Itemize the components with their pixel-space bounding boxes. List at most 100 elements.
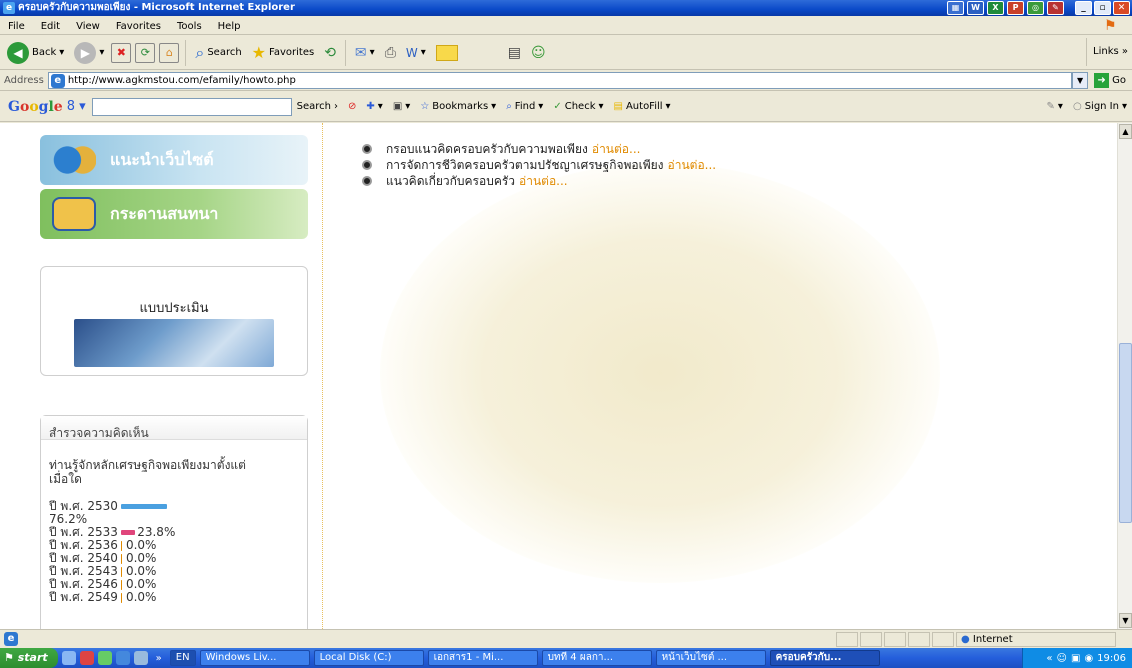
bullet-icon [362, 160, 372, 170]
signin-button[interactable]: ○ Sign In ▾ [1068, 101, 1132, 112]
taskbar-button[interactable]: หน้าเว็บไซต์ ... [655, 650, 766, 666]
scroll-thumb[interactable] [1119, 343, 1132, 523]
go-label: Go [1112, 75, 1126, 86]
links-button[interactable]: Links » [1086, 38, 1132, 66]
history-icon: ⟲ [324, 44, 336, 61]
minimize-button[interactable]: _ [1075, 1, 1092, 15]
google-search-input[interactable] [91, 97, 292, 116]
title-bar[interactable]: e ครอบครัวกับความพอเพียง - Microsoft Int… [0, 0, 1132, 16]
folder-icon [435, 44, 458, 61]
nav-webboard[interactable]: กระดานสนทนา [40, 189, 308, 239]
article-title: แนวคิดเกี่ยวกับครอบครัว อ่านต่อ... [386, 173, 568, 189]
menu-bar: File Edit View Favorites Tools Help [0, 16, 1132, 35]
menu-edit[interactable]: Edit [33, 21, 68, 32]
go-button[interactable]: ➜ Go [1088, 73, 1132, 88]
powerpoint-icon[interactable]: P [1007, 1, 1024, 15]
app-icon-2[interactable]: ◎ [1027, 1, 1044, 15]
folder-button[interactable] [433, 39, 461, 67]
task-buttons: Windows Liv... Local Disk (C:) เอกสาร1 - M… [196, 650, 880, 666]
stop-icon[interactable]: ✖ [111, 42, 132, 63]
google-blocker-button[interactable]: ▣ ▾ [388, 101, 415, 112]
word-icon[interactable]: W [967, 1, 984, 15]
excel-icon[interactable]: X [987, 1, 1004, 15]
refresh-icon[interactable]: ⟳ [135, 42, 156, 63]
quicklaunch-icon[interactable] [61, 651, 76, 665]
tray-icon[interactable]: ◉ [1084, 653, 1093, 664]
google-plus-button[interactable]: ✚ ▾ [361, 101, 387, 112]
read-more-link[interactable]: อ่านต่อ... [519, 174, 568, 188]
quicklaunch-icon[interactable] [79, 651, 94, 665]
taskbar-button[interactable]: Windows Liv... [199, 650, 310, 666]
google-search-button[interactable]: Search › [292, 101, 343, 112]
taskbar-button[interactable]: เอกสาร1 - Mi... [427, 650, 538, 666]
status-bar: e ● Internet [0, 629, 1132, 648]
close-button[interactable]: ✕ [1113, 1, 1130, 15]
nav-website-intro[interactable]: แนะนำเว็บไซต์ [40, 135, 308, 185]
address-url: http://www.agkmstou.com/efamily/howto.ph… [67, 75, 296, 86]
menu-help[interactable]: Help [210, 21, 249, 32]
quicklaunch-icon[interactable] [115, 651, 130, 665]
google-8-menu[interactable]: 8 ▾ [67, 99, 86, 114]
article-item: การจัดการชีวิตครอบครัวตามปรัชญาเศรษฐกิจพ… [362, 157, 716, 173]
poll-bar [120, 553, 122, 564]
go-arrow-icon: ➜ [1094, 73, 1110, 88]
favorites-button[interactable]: ★ Favorites [249, 39, 318, 67]
history-button[interactable]: ⟲ [321, 39, 339, 67]
links-label: Links [1093, 46, 1119, 57]
print-button[interactable]: ⎙ [382, 39, 399, 67]
mail-button[interactable]: ✉ ▾ [352, 39, 378, 67]
taskbar-button[interactable]: บทที่ 4 ผลกา... [541, 650, 652, 666]
edit-button[interactable]: W ▾ [403, 39, 429, 67]
scroll-up-button[interactable]: ▲ [1119, 124, 1132, 139]
scroll-down-button[interactable]: ▼ [1119, 613, 1132, 628]
read-more-link[interactable]: อ่านต่อ... [592, 142, 641, 156]
standard-toolbar: ◀ Back ▾ ▶ ▾ ✖ ⟳ ⌂ ⌕ Search ★ Favorites … [0, 36, 1132, 70]
settings-button[interactable]: ✎ ▾ [1042, 101, 1068, 112]
google-logo[interactable]: Google [0, 99, 67, 115]
language-indicator[interactable]: EN [169, 650, 196, 666]
chevron-down-icon: ▾ [369, 47, 375, 58]
status-cell [884, 632, 906, 647]
vertical-scrollbar[interactable]: ▲ ▼ [1117, 123, 1132, 629]
separator [344, 39, 346, 66]
bookmarks-button[interactable]: ☆ Bookmarks ▾ [415, 101, 501, 112]
app-icon-1[interactable]: ▦ [947, 1, 964, 15]
quicklaunch-icon[interactable] [97, 651, 112, 665]
poll-option-label: ปี พ.ศ. 2549 [49, 590, 118, 604]
chevron-left-icon[interactable]: « [1046, 653, 1052, 664]
left-column: แนะนำเว็บไซต์ กระดานสนทนา แบบประเมิน สำร… [0, 123, 323, 629]
app-icon-3[interactable]: ✎ [1047, 1, 1064, 15]
evaluation-panel[interactable]: แบบประเมิน [40, 266, 308, 376]
search-button[interactable]: ⌕ Search [192, 39, 244, 67]
address-input[interactable]: e http://www.agkmstou.com/efamily/howto.… [47, 72, 1073, 89]
signin-icon: ○ [1072, 101, 1082, 112]
menu-view[interactable]: View [68, 21, 108, 32]
poll-option-label: ปี พ.ศ. 2536 [49, 538, 118, 552]
read-more-link[interactable]: อ่านต่อ... [668, 158, 717, 172]
maximize-button[interactable]: ▫ [1094, 1, 1111, 15]
autofill-button[interactable]: ▤ AutoFill ▾ [609, 101, 676, 112]
menu-favorites[interactable]: Favorites [108, 21, 169, 32]
taskbar-button[interactable]: Local Disk (C:) [313, 650, 424, 666]
address-dropdown-button[interactable]: ▼ [1072, 72, 1089, 89]
check-button[interactable]: ✓ Check ▾ [548, 101, 608, 112]
messenger-button[interactable]: ☺ [528, 39, 549, 67]
research-icon: ▤ [507, 44, 522, 61]
clock[interactable]: 19:06 [1097, 653, 1126, 664]
taskbar-button[interactable]: ครอบครัวกับ... [769, 650, 880, 666]
tray-icon[interactable]: ☺ [1057, 653, 1067, 664]
menu-tools[interactable]: Tools [169, 21, 210, 32]
tray-icon[interactable]: ▣ [1071, 653, 1080, 664]
find-button[interactable]: ⌕ Find ▾ [501, 101, 548, 112]
back-label: Back [32, 47, 57, 58]
chevron-double-icon[interactable]: » [156, 653, 162, 664]
home-icon[interactable]: ⌂ [159, 42, 180, 63]
research-button[interactable]: ▤ [505, 39, 524, 67]
back-button[interactable]: ◀ Back ▾ [4, 39, 67, 67]
quicklaunch-icon[interactable] [133, 651, 148, 665]
g8-label: 8 [66, 99, 75, 114]
forward-button[interactable]: ▶ ▾ [71, 39, 107, 67]
menu-file[interactable]: File [0, 21, 33, 32]
google-spell-button[interactable]: ⊘ [343, 101, 361, 112]
start-button[interactable]: ⚑ start [0, 648, 58, 668]
